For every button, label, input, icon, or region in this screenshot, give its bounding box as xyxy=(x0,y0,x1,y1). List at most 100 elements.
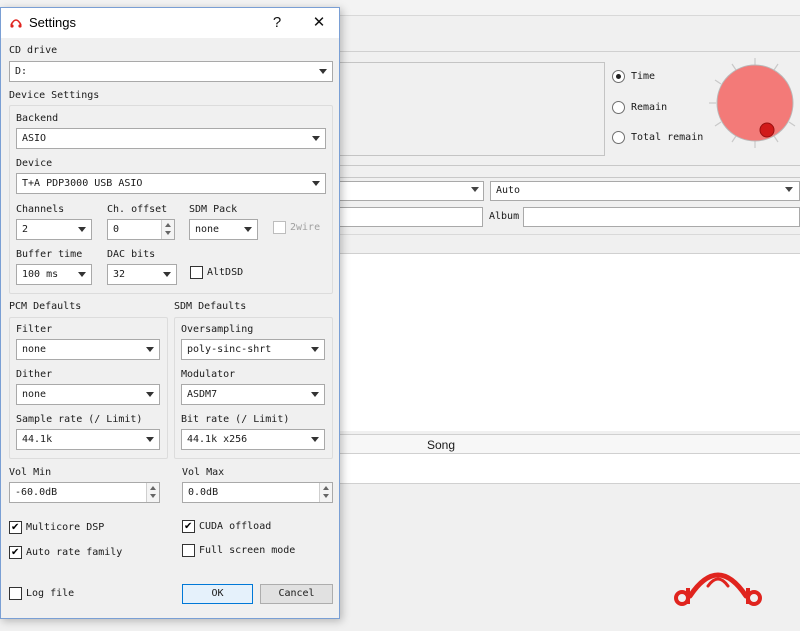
cuda-offload-label: CUDA offload xyxy=(199,521,272,532)
oversampling-value: poly-sinc-shrt xyxy=(187,344,272,355)
spin-up-icon[interactable] xyxy=(150,486,156,490)
dac-bits-value: 32 xyxy=(113,269,126,280)
chevron-down-icon xyxy=(78,272,86,277)
spin-buttons[interactable] xyxy=(161,220,174,239)
vol-min-label: Vol Min xyxy=(9,467,52,478)
sdm-pack-value: none xyxy=(195,224,220,235)
filter-select[interactable]: none xyxy=(16,339,160,360)
cd-drive-value: D: xyxy=(15,66,28,77)
dither-value: none xyxy=(22,389,47,400)
full-screen-mode-label: Full screen mode xyxy=(199,545,296,556)
dither-select[interactable]: none xyxy=(16,384,160,405)
main-list-area[interactable] xyxy=(300,253,800,431)
spin-up-icon[interactable] xyxy=(323,486,329,490)
spin-down-icon[interactable] xyxy=(323,494,329,498)
main-combo-auto-value: Auto xyxy=(496,185,521,196)
full-screen-mode-checkbox[interactable] xyxy=(182,544,195,557)
album-label: Album xyxy=(489,211,520,222)
cuda-offload-checkbox[interactable] xyxy=(182,520,195,533)
chevron-down-icon xyxy=(146,392,154,397)
filter-value: none xyxy=(22,344,47,355)
cd-drive-select[interactable]: D: xyxy=(9,61,333,82)
buffer-time-label: Buffer time xyxy=(16,249,83,260)
spin-up-icon[interactable] xyxy=(165,223,171,227)
main-combo-auto[interactable]: Auto xyxy=(490,181,800,201)
vol-max-label: Vol Max xyxy=(182,467,225,478)
buffer-time-select[interactable]: 100 ms xyxy=(16,264,92,285)
device-label: Device xyxy=(16,158,53,169)
chevron-down-icon xyxy=(311,392,319,397)
sample-rate-select[interactable]: 44.1k xyxy=(16,429,160,450)
sdm-defaults-title: SDM Defaults xyxy=(174,301,247,312)
radio-total-remain-indicator[interactable] xyxy=(612,131,625,144)
radio-remain[interactable]: Remain xyxy=(612,101,667,114)
cancel-button[interactable]: Cancel xyxy=(260,584,333,604)
radio-remain-indicator[interactable] xyxy=(612,101,625,114)
main-text-input[interactable] xyxy=(330,207,483,227)
main-separator-3 xyxy=(300,234,800,235)
device-select[interactable]: T+A PDP3000 USB ASIO xyxy=(16,173,326,194)
vol-min-spinbox[interactable]: -60.0dB xyxy=(9,482,160,503)
ch-offset-label: Ch. offset xyxy=(107,204,168,215)
chevron-down-icon xyxy=(471,187,479,192)
spin-buttons[interactable] xyxy=(319,483,332,502)
backend-select[interactable]: ASIO xyxy=(16,128,326,149)
vol-min-value: -60.0dB xyxy=(15,487,58,498)
ok-button[interactable]: OK xyxy=(182,584,253,604)
chevron-down-icon xyxy=(78,227,86,232)
chevron-down-icon xyxy=(146,437,154,442)
radio-time[interactable]: Time xyxy=(612,70,655,83)
column-header-song[interactable]: Song xyxy=(427,438,455,452)
playlist-header[interactable]: Song xyxy=(300,434,800,454)
chevron-down-icon xyxy=(319,69,327,74)
dialog-titlebar[interactable]: Settings ? ✕ xyxy=(1,8,339,38)
two-wire-checkbox[interactable] xyxy=(273,221,286,234)
spin-down-icon[interactable] xyxy=(165,231,171,235)
sdm-pack-label: SDM Pack xyxy=(189,204,238,215)
bit-rate-value: 44.1k x256 xyxy=(187,434,248,445)
modulator-value: ASDM7 xyxy=(187,389,218,400)
channels-select[interactable]: 2 xyxy=(16,219,92,240)
app-icon xyxy=(10,19,22,28)
spin-buttons[interactable] xyxy=(146,483,159,502)
dac-bits-select[interactable]: 32 xyxy=(107,264,177,285)
sdm-pack-select[interactable]: none xyxy=(189,219,258,240)
radio-total-remain-label: Total remain xyxy=(631,132,704,143)
main-separator-1 xyxy=(300,165,800,166)
auto-rate-family-label: Auto rate family xyxy=(26,547,123,558)
radio-remain-label: Remain xyxy=(631,102,668,113)
chevron-down-icon xyxy=(785,187,793,192)
modulator-label: Modulator xyxy=(181,369,236,380)
playlist-area[interactable] xyxy=(300,454,800,484)
oversampling-select[interactable]: poly-sinc-shrt xyxy=(181,339,325,360)
spin-down-icon[interactable] xyxy=(150,494,156,498)
dac-bits-label: DAC bits xyxy=(107,249,156,260)
chevron-down-icon xyxy=(311,347,319,352)
buffer-time-value: 100 ms xyxy=(22,269,59,280)
album-input[interactable] xyxy=(523,207,800,227)
alt-dsd-checkbox[interactable] xyxy=(190,266,203,279)
multicore-dsp-checkbox[interactable] xyxy=(9,521,22,534)
device-settings-title: Device Settings xyxy=(9,90,100,101)
ch-offset-spinbox[interactable]: 0 xyxy=(107,219,175,240)
cd-drive-label: CD drive xyxy=(9,45,58,56)
close-button[interactable]: ✕ xyxy=(304,11,334,35)
main-separator-2 xyxy=(300,177,800,178)
channels-label: Channels xyxy=(16,204,65,215)
modulator-select[interactable]: ASDM7 xyxy=(181,384,325,405)
chevron-down-icon xyxy=(312,136,320,141)
main-combo-left[interactable] xyxy=(330,181,484,201)
ch-offset-value: 0 xyxy=(113,224,120,235)
alt-dsd-label: AltDSD xyxy=(207,267,244,278)
filter-label: Filter xyxy=(16,324,53,335)
pcm-defaults-title: PCM Defaults xyxy=(9,301,82,312)
two-wire-label: 2wire xyxy=(290,222,321,233)
auto-rate-family-checkbox[interactable] xyxy=(9,546,22,559)
volume-knob[interactable] xyxy=(700,56,800,168)
vol-max-spinbox[interactable]: 0.0dB xyxy=(182,482,333,503)
help-button[interactable]: ? xyxy=(262,11,292,35)
bit-rate-select[interactable]: 44.1k x256 xyxy=(181,429,325,450)
radio-time-indicator[interactable] xyxy=(612,70,625,83)
log-file-checkbox[interactable] xyxy=(9,587,22,600)
radio-total-remain[interactable]: Total remain xyxy=(612,131,703,144)
